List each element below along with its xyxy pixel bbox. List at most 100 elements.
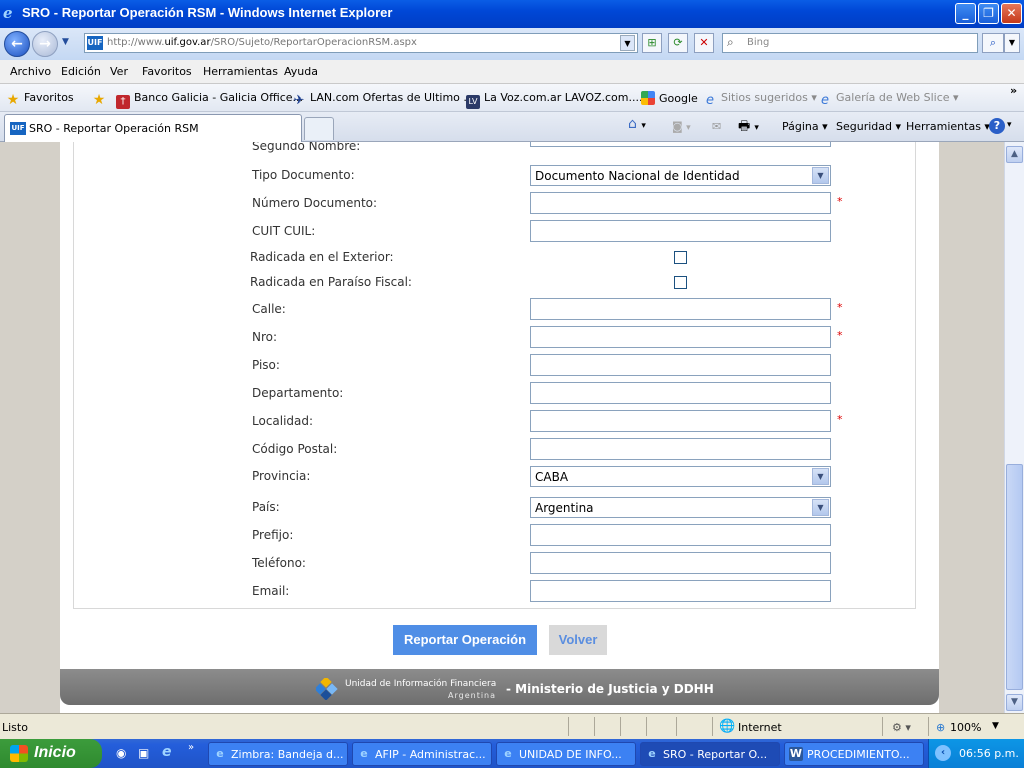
url-text: http://www.uif.gov.ar/SRO/Sujeto/Reporta… (107, 37, 417, 48)
ie-task-icon: e (216, 747, 224, 760)
print-icon[interactable]: 🖶 ▾ (738, 117, 759, 139)
window-title: SRO - Reportar Operación RSM - Windows I… (22, 5, 393, 20)
tab-sro-reportar[interactable]: UIF SRO - Reportar Operación RSM (4, 114, 302, 142)
start-button[interactable]: Inicio (0, 739, 102, 768)
home-icon[interactable]: ⌂ ▾ (628, 116, 646, 132)
refresh-icon[interactable]: ⟳ (668, 33, 688, 53)
fav-lan[interactable]: ✈ LAN.com Ofertas de Ultimo ... (292, 91, 474, 108)
cuit-cuil-input[interactable] (530, 220, 831, 242)
help-dropdown-icon[interactable]: ▾ (1007, 120, 1012, 130)
label-provincia: Provincia: (252, 469, 311, 483)
window-title-bar[interactable]: e SRO - Reportar Operación RSM - Windows… (0, 0, 1024, 28)
vertical-scrollbar[interactable]: ▲ ▼ (1004, 142, 1024, 713)
chevron-down-icon: ▼ (812, 468, 829, 485)
menu-ayuda[interactable]: Ayuda (284, 65, 318, 78)
zoom-dropdown-icon[interactable]: ▼ (992, 721, 999, 731)
search-input[interactable]: ⌕ Bing (722, 33, 978, 53)
recent-pages-dropdown-icon[interactable]: ▼ (62, 37, 69, 47)
task-zimbra[interactable]: e Zimbra: Bandeja d... (208, 742, 348, 766)
task-sro-reportar[interactable]: e SRO - Reportar O... (640, 742, 780, 766)
label-codigo-postal: Código Postal: (252, 442, 338, 456)
add-star-icon: ★ (92, 92, 106, 108)
prefijo-input[interactable] (530, 524, 831, 546)
scrollbar-thumb[interactable] (1006, 464, 1023, 690)
radicada-exterior-checkbox[interactable] (674, 251, 687, 264)
provincia-select[interactable]: CABA ▼ (530, 466, 831, 487)
stop-icon[interactable]: ✕ (694, 33, 714, 53)
tipo-documento-select[interactable]: Documento Nacional de Identidad ▼ (530, 165, 831, 186)
favorites-bar: ★ Favoritos ★ † Banco Galicia - Galicia Of… (0, 84, 1024, 112)
protected-mode-icon[interactable]: ⚙ ▾ (892, 721, 911, 734)
new-tab-button[interactable] (304, 117, 334, 140)
uif-logo-icon (316, 678, 338, 700)
tab-row: UIF SRO - Reportar Operación RSM ⌂ ▾ ◙ ▾… (0, 112, 1024, 142)
quicklaunch-more-icon[interactable]: » (188, 742, 194, 753)
localidad-input[interactable] (530, 410, 831, 432)
email-input[interactable] (530, 580, 831, 602)
label-prefijo: Prefijo: (252, 528, 294, 542)
url-input[interactable]: UIF http://www.uif.gov.ar/SRO/Sujeto/Rep… (84, 33, 638, 53)
fav-sitios-sugeridos[interactable]: e Sitios sugeridos ▾ (703, 91, 817, 108)
menu-favoritos[interactable]: Favoritos (142, 65, 192, 78)
back-button[interactable]: ← (4, 31, 30, 57)
ie-small-icon: e (821, 93, 829, 108)
menu-ver[interactable]: Ver (110, 65, 128, 78)
tools-menu[interactable]: Herramientas ▾ (906, 120, 990, 133)
fav-galeria-web-slice[interactable]: e Galería de Web Slice ▾ (818, 91, 959, 108)
reportar-operacion-button[interactable]: Reportar Operación (393, 625, 537, 655)
maximize-button[interactable]: ❐ (978, 3, 999, 24)
url-dropdown-icon[interactable]: ▼ (620, 35, 635, 51)
codigo-postal-input[interactable] (530, 438, 831, 460)
page-menu[interactable]: Página ▾ (782, 120, 828, 133)
mail-icon[interactable]: ✉ (712, 120, 721, 133)
search-go-icon[interactable]: ⌕ (982, 33, 1004, 53)
chevron-down-icon: ▼ (812, 167, 829, 184)
fav-banco-galicia[interactable]: † Banco Galicia - Galicia Office... (116, 91, 303, 109)
forward-button[interactable]: → (32, 31, 58, 57)
minimize-button[interactable]: _ (955, 3, 976, 24)
compatibility-icon[interactable]: ⊞ (642, 33, 662, 53)
address-bar: ← → ▼ UIF http://www.uif.gov.ar/SRO/Suje… (0, 28, 1024, 60)
menu-edicion[interactable]: Edición (61, 65, 101, 78)
tab-title: SRO - Reportar Operación RSM (29, 122, 199, 135)
search-options-icon[interactable]: ▼ (1004, 33, 1020, 53)
nro-input[interactable] (530, 326, 831, 348)
menu-archivo[interactable]: Archivo (10, 65, 51, 78)
favorites-more-chevron-icon[interactable]: » (1010, 84, 1017, 97)
calle-input[interactable] (530, 298, 831, 320)
favorites-button[interactable]: ★ Favoritos (6, 91, 74, 107)
telefono-input[interactable] (530, 552, 831, 574)
task-unidad[interactable]: e UNIDAD DE INFO... (496, 742, 636, 766)
tray-app-icon[interactable]: ‹ (935, 745, 951, 761)
piso-input[interactable] (530, 354, 831, 376)
close-button[interactable]: ✕ (1001, 3, 1022, 24)
add-favorite-button[interactable]: ★ (92, 91, 110, 107)
volver-button[interactable]: Volver (549, 625, 607, 655)
menu-herramientas[interactable]: Herramientas (203, 65, 278, 78)
clock: 06:56 p.m. (959, 747, 1019, 760)
scroll-down-arrow-icon[interactable]: ▼ (1006, 694, 1023, 711)
feeds-icon[interactable]: ◙ ▾ (672, 120, 691, 133)
required-marker: * (837, 195, 843, 208)
security-menu[interactable]: Seguridad ▾ (836, 120, 901, 133)
zoom-level[interactable]: 100% (950, 721, 981, 734)
numero-documento-input[interactable] (530, 192, 831, 214)
system-tray: ‹ 06:56 p.m. (928, 739, 1024, 768)
required-marker: * (837, 413, 843, 426)
task-afip[interactable]: e AFIP - Administrac... (352, 742, 492, 766)
label-calle: Calle: (252, 302, 286, 316)
segundo-nombre-input[interactable] (530, 142, 831, 147)
scroll-up-arrow-icon[interactable]: ▲ (1006, 146, 1023, 163)
departamento-input[interactable] (530, 382, 831, 404)
pais-select[interactable]: Argentina ▼ (530, 497, 831, 518)
quicklaunch-desktop-icon[interactable]: ▣ (138, 746, 149, 760)
quicklaunch-media-icon[interactable]: ◉ (116, 746, 126, 760)
task-procedimiento[interactable]: W PROCEDIMIENTO... (784, 742, 924, 766)
quicklaunch-ie-icon[interactable]: e (162, 744, 172, 760)
fav-lavoz[interactable]: LV La Voz.com.ar LAVOZ.com.... (466, 91, 643, 109)
status-text: Listo (2, 721, 28, 734)
help-icon[interactable]: ? (989, 118, 1005, 134)
fav-google[interactable]: Google (641, 91, 698, 105)
radicada-paraiso-checkbox[interactable] (674, 276, 687, 289)
ie-task-icon: e (504, 747, 512, 760)
